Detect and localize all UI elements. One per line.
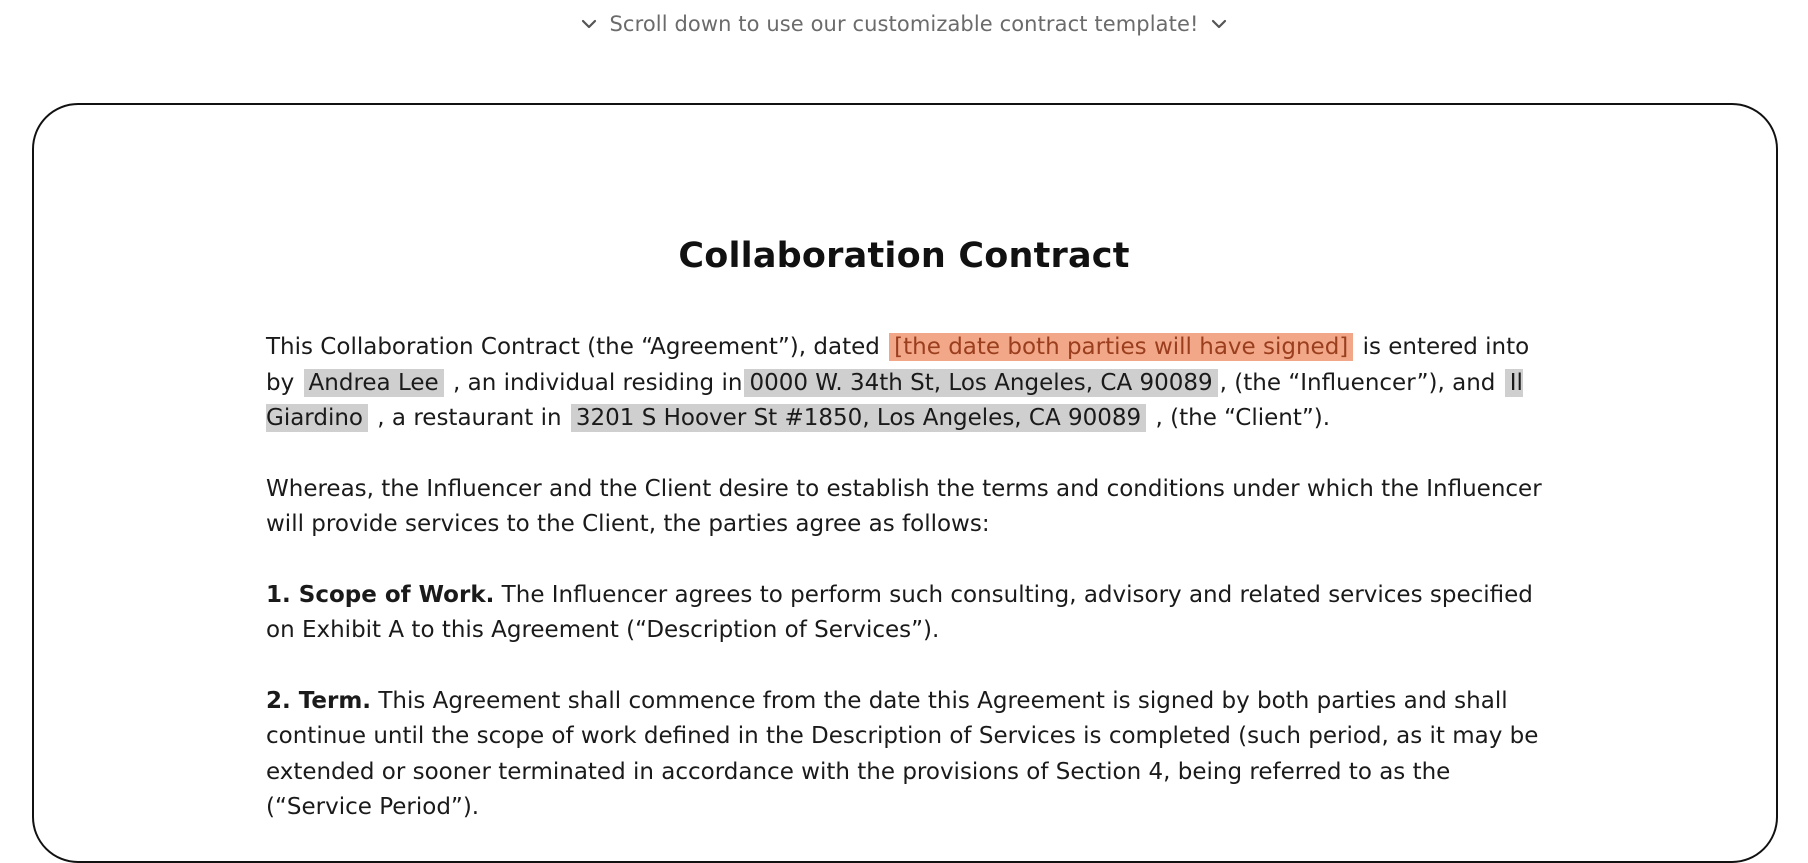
- intro-text: , an individual residing in: [445, 369, 743, 396]
- document-body: This Collaboration Contract (the “Agreem…: [266, 330, 1556, 861]
- section-heading: 1. Scope of Work.: [266, 581, 495, 608]
- intro-text: , (the “Client”).: [1148, 405, 1331, 431]
- section-term: 2. Term. This Agreement shall commence f…: [266, 684, 1556, 826]
- scroll-hint-text: Scroll down to use our customizable cont…: [609, 12, 1199, 36]
- section-text: This Agreement shall commence from the d…: [266, 687, 1539, 821]
- intro-text: , a restaurant in: [370, 405, 569, 431]
- client-address-field[interactable]: 3201 S Hoover St #1850, Los Angeles, CA …: [570, 404, 1147, 432]
- chevron-down-icon: [1208, 13, 1230, 35]
- section-scope-of-work: 1. Scope of Work. The Influencer agrees …: [266, 578, 1556, 649]
- scroll-hint[interactable]: Scroll down to use our customizable cont…: [0, 12, 1808, 36]
- chevron-down-icon: [578, 13, 600, 35]
- section-heading: 2. Term.: [266, 687, 372, 714]
- influencer-address-field[interactable]: 0000 W. 34th St, Los Angeles, CA 90089: [744, 368, 1218, 397]
- intro-paragraph: This Collaboration Contract (the “Agreem…: [266, 330, 1556, 437]
- intro-text: This Collaboration Contract (the “Agreem…: [266, 334, 888, 360]
- intro-text: , (the “Influencer”), and: [1219, 369, 1503, 396]
- whereas-paragraph: Whereas, the Influencer and the Client d…: [266, 475, 1542, 538]
- influencer-name-field[interactable]: Andrea Lee: [303, 368, 444, 397]
- document-title: Collaboration Contract: [678, 236, 1130, 276]
- date-field[interactable]: [the date both parties will have signed]: [889, 333, 1354, 361]
